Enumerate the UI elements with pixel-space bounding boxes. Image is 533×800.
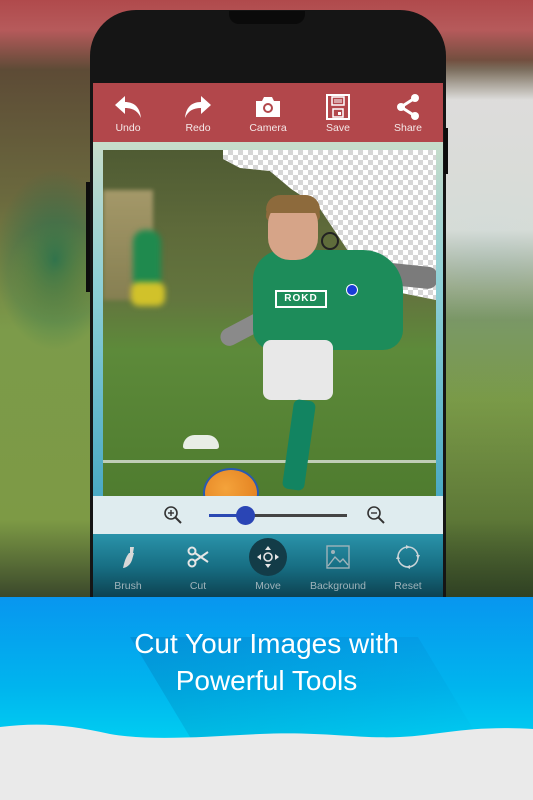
reset-icon-wrap [389,538,427,576]
move-icon-wrap [249,538,287,576]
save-label: Save [326,122,350,134]
background-tool-button[interactable]: Background [305,534,371,600]
editing-canvas-frame: ROKD » [93,142,443,558]
banner-wave [0,724,533,800]
reset-tool-button[interactable]: Reset [375,534,441,600]
undo-button[interactable]: Undo [98,83,158,134]
floppy-disk-icon [326,94,350,120]
banner-headline-line2: Powerful Tools [175,665,358,696]
move-tool-button[interactable]: Move [235,534,301,600]
photo-background-child [133,230,161,290]
redo-label: Redo [185,122,211,134]
editable-photo[interactable]: ROKD [103,150,436,496]
move-label: Move [255,580,281,592]
eraser-cursor-ring[interactable] [321,232,339,250]
scissors-icon-wrap [179,538,217,576]
share-label: Share [393,122,423,134]
photo-training-cone [183,435,219,449]
top-toolbar: Undo Redo Camera Save Share [93,83,443,142]
promo-banner: Cut Your Images with Powerful Tools [0,597,533,800]
scissors-icon [187,546,209,568]
app-screen: Undo Redo Camera Save Share ROKD Brush C… [93,83,443,600]
zoom-slider[interactable] [209,506,347,525]
image-icon [326,545,350,569]
camera-label: Camera [249,122,287,134]
camera-button[interactable]: Camera [238,83,298,134]
redo-arrow-icon [185,96,211,118]
move-icon [257,546,279,568]
background-label: Background [309,580,367,592]
save-button[interactable]: Save [308,83,368,134]
redo-button[interactable]: Redo [168,83,228,134]
banner-headline-line1: Cut Your Images with [134,628,399,659]
brush-label: Brush [114,580,142,592]
blurred-background-right [445,60,533,600]
photo-field-line [103,460,436,463]
brush-tool-button[interactable]: Brush [95,534,161,600]
photo-shirt-sponsor: ROKD [275,290,327,308]
cut-label: Cut [189,580,207,592]
phone-side-button-left [86,182,90,292]
zoom-bar [93,496,443,534]
share-icon [397,94,419,120]
bottom-toolbar: Brush Cut Move Background Reset [93,534,443,600]
zoom-out-icon[interactable] [366,505,386,525]
camera-icon [256,97,280,117]
image-icon-wrap [319,538,357,576]
banner-headline: Cut Your Images with Powerful Tools [0,625,533,699]
eraser-offset-handle[interactable] [346,284,358,296]
phone-notch [229,11,305,24]
reset-icon [396,545,420,569]
photo-player-hair-top [266,195,320,213]
zoom-in-icon[interactable] [163,505,183,525]
cut-tool-button[interactable]: Cut [165,534,231,600]
phone-side-button-right [444,128,448,174]
photo-background-child-shorts [131,282,165,306]
brush-icon [123,547,134,568]
zoom-slider-thumb[interactable] [235,506,255,525]
share-button[interactable]: Share [378,83,438,134]
reset-label: Reset [394,580,422,592]
photo-soccer-ball [203,468,259,496]
photo-player-leg [281,398,317,492]
undo-arrow-icon [115,96,141,118]
brush-icon-wrap [109,538,147,576]
undo-label: Undo [115,122,141,134]
photo-player-shorts [263,340,333,400]
